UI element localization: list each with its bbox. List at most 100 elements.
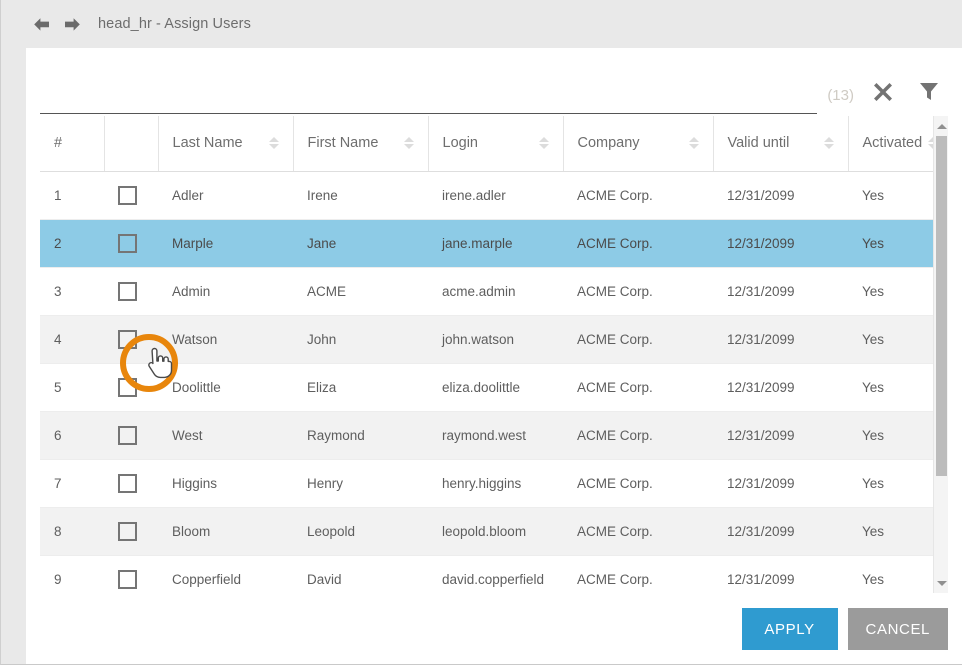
cell-activated: Yes <box>848 363 933 412</box>
column-header-valid-until[interactable]: Valid until <box>713 116 849 172</box>
cell-row-number: 1 <box>40 171 104 220</box>
dialog-footer: APPLY CANCEL <box>741 608 948 650</box>
result-count: (13) <box>827 87 854 104</box>
funnel-filter-icon[interactable] <box>912 74 946 108</box>
table-row[interactable]: 7 Higgins Henry henry.higgins ACME Corp. 12/3… <box>40 459 933 508</box>
cell-last-name: Higgins <box>158 459 293 508</box>
search-input[interactable] <box>40 72 818 114</box>
cell-first-name: ACME <box>293 267 428 316</box>
table-row[interactable]: 5 Doolittle Eliza eliza.doolittle ACME Corp.… <box>40 363 933 412</box>
arrow-left-icon[interactable] <box>31 14 51 34</box>
column-header-activated[interactable]: Activated <box>848 116 939 172</box>
table-row[interactable]: 4 Watson John john.watson ACME Corp. 12/31/20… <box>40 315 933 364</box>
cell-activated: Yes <box>848 171 933 220</box>
column-label-num: # <box>54 135 63 152</box>
cell-select-checkbox[interactable] <box>104 411 158 460</box>
table-row[interactable]: 3 Admin ACME acme.admin ACME Corp. 12/31/2099… <box>40 267 933 316</box>
cell-first-name: Irene <box>293 171 428 220</box>
chevron-up-icon[interactable] <box>934 118 948 134</box>
table-header-row: # Last Name First Name Login Company Val… <box>40 116 939 172</box>
sort-icon-company[interactable] <box>688 137 699 150</box>
cell-activated: Yes <box>848 267 933 316</box>
column-header-login[interactable]: Login <box>428 116 564 172</box>
cell-select-checkbox[interactable] <box>104 267 158 316</box>
users-table: # Last Name First Name Login Company Val… <box>40 116 939 593</box>
cell-select-checkbox[interactable] <box>104 555 158 593</box>
cell-company: ACME Corp. <box>563 219 713 268</box>
cell-valid-until: 12/31/2099 <box>713 459 848 508</box>
cell-row-number: 7 <box>40 459 104 508</box>
cell-row-number: 9 <box>40 555 104 593</box>
sort-icon-first-name[interactable] <box>403 137 414 150</box>
close-x-icon[interactable] <box>866 74 900 108</box>
cell-row-number: 4 <box>40 315 104 364</box>
row-checkbox[interactable] <box>118 329 137 349</box>
cell-valid-until: 12/31/2099 <box>713 315 848 364</box>
cell-company: ACME Corp. <box>563 411 713 460</box>
table-row[interactable]: 2 Marple Jane jane.marple ACME Corp. 12/31/20… <box>40 219 933 268</box>
column-header-last-name[interactable]: Last Name <box>158 116 294 172</box>
window-title: head_hr - Assign Users <box>98 16 251 32</box>
sort-icon-login[interactable] <box>538 137 549 150</box>
cell-login: acme.admin <box>428 267 563 316</box>
cell-valid-until: 12/31/2099 <box>713 363 848 412</box>
table-body: 1 Adler Irene irene.adler ACME Corp. 12/31/20… <box>40 171 933 593</box>
cell-last-name: West <box>158 411 293 460</box>
row-checkbox[interactable] <box>118 185 137 205</box>
scrollbar-thumb[interactable] <box>936 136 947 476</box>
cell-company: ACME Corp. <box>563 315 713 364</box>
cell-select-checkbox[interactable] <box>104 219 158 268</box>
sort-icon-last-name[interactable] <box>268 137 279 150</box>
column-header-first-name[interactable]: First Name <box>293 116 429 172</box>
cell-last-name: Marple <box>158 219 293 268</box>
cell-company: ACME Corp. <box>563 507 713 556</box>
cell-select-checkbox[interactable] <box>104 507 158 556</box>
cell-activated: Yes <box>848 411 933 460</box>
cell-company: ACME Corp. <box>563 555 713 593</box>
cell-valid-until: 12/31/2099 <box>713 267 848 316</box>
cell-row-number: 5 <box>40 363 104 412</box>
row-checkbox[interactable] <box>118 281 137 301</box>
row-checkbox[interactable] <box>118 521 137 541</box>
table-vertical-scrollbar[interactable] <box>933 116 948 593</box>
cancel-button[interactable]: CANCEL <box>847 608 948 650</box>
cell-company: ACME Corp. <box>563 267 713 316</box>
cell-last-name: Watson <box>158 315 293 364</box>
row-checkbox[interactable] <box>118 569 137 589</box>
cell-valid-until: 12/31/2099 <box>713 507 848 556</box>
column-header-num[interactable]: # <box>40 116 105 172</box>
cell-first-name: Eliza <box>293 363 428 412</box>
column-label-activated: Activated <box>862 135 923 152</box>
cell-select-checkbox[interactable] <box>104 171 158 220</box>
cell-row-number: 2 <box>40 219 104 268</box>
column-header-company[interactable]: Company <box>563 116 714 172</box>
table-row[interactable]: 6 West Raymond raymond.west ACME Corp. 12/31/… <box>40 411 933 460</box>
row-checkbox[interactable] <box>118 473 137 493</box>
table-row[interactable]: 9 Copperfield David david.copperfield ACME C… <box>40 555 933 593</box>
sort-icon-valid-until[interactable] <box>823 137 834 150</box>
cell-first-name: Henry <box>293 459 428 508</box>
column-label-login: Login <box>442 135 478 152</box>
assign-users-window: head_hr - Assign Users (13) # Last Name … <box>0 0 962 665</box>
row-checkbox[interactable] <box>118 377 137 397</box>
cell-last-name: Doolittle <box>158 363 293 412</box>
cell-row-number: 6 <box>40 411 104 460</box>
cell-company: ACME Corp. <box>563 171 713 220</box>
arrow-right-icon[interactable] <box>62 14 82 34</box>
table-row[interactable]: 1 Adler Irene irene.adler ACME Corp. 12/31/20… <box>40 171 933 220</box>
cell-login: henry.higgins <box>428 459 563 508</box>
column-label-company: Company <box>577 135 640 152</box>
cell-activated: Yes <box>848 555 933 593</box>
row-checkbox[interactable] <box>118 233 137 253</box>
cell-login: irene.adler <box>428 171 563 220</box>
cell-select-checkbox[interactable] <box>104 459 158 508</box>
cell-last-name: Bloom <box>158 507 293 556</box>
apply-button[interactable]: APPLY <box>741 608 838 650</box>
row-checkbox[interactable] <box>118 425 137 445</box>
chevron-down-icon[interactable] <box>934 575 948 591</box>
cell-select-checkbox[interactable] <box>104 363 158 412</box>
cell-select-checkbox[interactable] <box>104 315 158 364</box>
cell-first-name: Jane <box>293 219 428 268</box>
cell-activated: Yes <box>848 315 933 364</box>
table-row[interactable]: 8 Bloom Leopold leopold.bloom ACME Corp. 12/3… <box>40 507 933 556</box>
